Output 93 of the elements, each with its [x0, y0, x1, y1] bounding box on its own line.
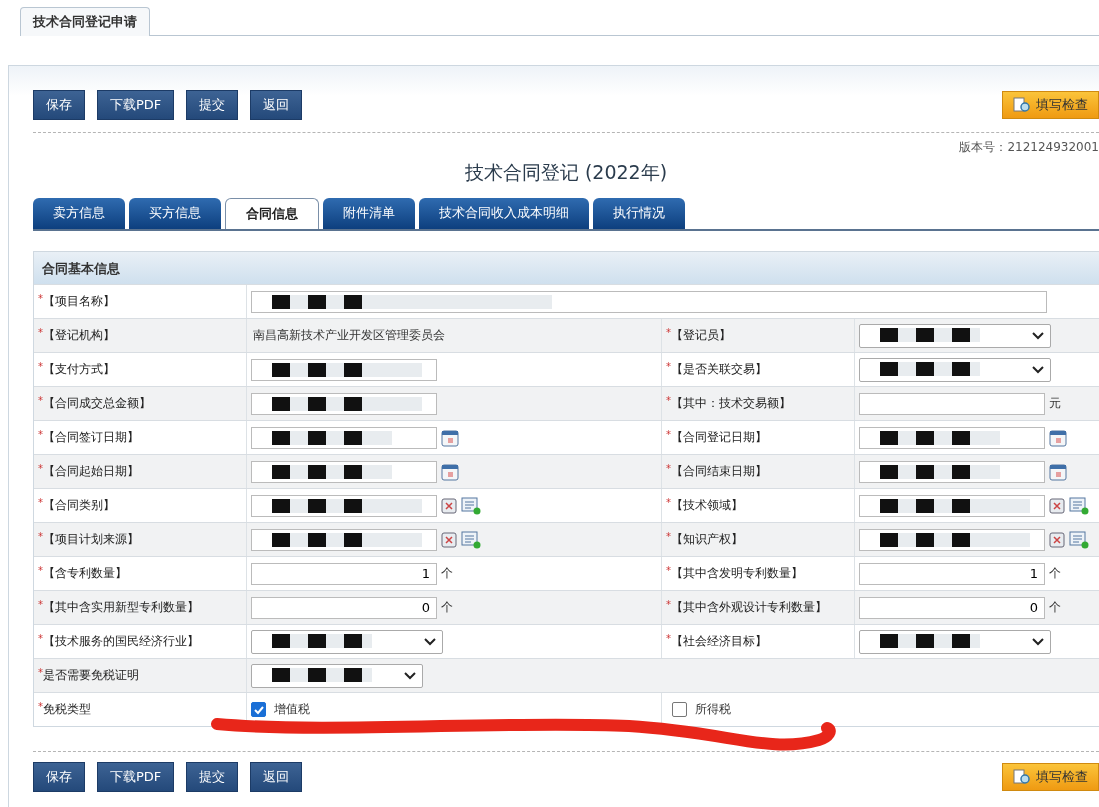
field-label: *【项目计划来源】: [38, 531, 139, 548]
dropdown[interactable]: [251, 663, 423, 688]
input-field[interactable]: [859, 392, 1045, 415]
input-field[interactable]: [251, 528, 437, 551]
checkbox[interactable]: [251, 702, 266, 717]
unit-label: 个: [1049, 599, 1061, 616]
field-label: *【知识产权】: [666, 531, 743, 548]
field-label: *【技术服务的国民经济行业】: [38, 633, 199, 650]
chevron-down-icon: [404, 671, 416, 680]
toolbar-button[interactable]: 下载PDF: [97, 762, 175, 792]
tab[interactable]: 执行情况: [593, 198, 685, 229]
document-search-icon: [1013, 769, 1031, 785]
chevron-down-icon: [1032, 637, 1044, 646]
dropdown[interactable]: [859, 629, 1051, 654]
clear-icon[interactable]: [441, 497, 457, 514]
toolbar-button[interactable]: 返回: [250, 90, 303, 120]
tab[interactable]: 合同信息: [225, 198, 319, 229]
date-field[interactable]: [251, 460, 437, 483]
list-add-icon[interactable]: [1069, 496, 1089, 515]
number-field[interactable]: 1: [251, 562, 437, 585]
field-label: *【合同签订日期】: [38, 429, 139, 446]
toolbar-button[interactable]: 保存: [33, 762, 85, 792]
unit-label: 个: [441, 599, 453, 616]
page-tab[interactable]: 技术合同登记申请: [20, 7, 150, 36]
calendar-icon[interactable]: [1049, 428, 1067, 447]
field-label: *【合同登记日期】: [666, 429, 767, 446]
checkbox-label: 所得税: [695, 701, 731, 718]
toolbar-button[interactable]: 保存: [33, 90, 85, 120]
dropdown[interactable]: [251, 629, 443, 654]
list-add-icon[interactable]: [461, 496, 481, 515]
unit-label: 元: [1049, 395, 1061, 412]
field-label: *【合同成交总金额】: [38, 395, 151, 412]
number-field[interactable]: 0: [859, 596, 1045, 619]
dropdown[interactable]: [859, 323, 1051, 348]
toolbar-button[interactable]: 下载PDF: [97, 90, 175, 120]
date-field[interactable]: [859, 460, 1045, 483]
calendar-icon[interactable]: [441, 428, 459, 447]
checkbox[interactable]: [672, 702, 687, 717]
calendar-icon[interactable]: [1049, 462, 1067, 481]
tab[interactable]: 技术合同收入成本明细: [419, 198, 589, 229]
chevron-down-icon: [1032, 365, 1044, 374]
tab[interactable]: 卖方信息: [33, 198, 125, 229]
calendar-icon[interactable]: [441, 462, 459, 481]
field-label: *【登记员】: [666, 327, 731, 344]
section-header: 合同基本信息: [34, 252, 1099, 284]
clear-icon[interactable]: [441, 531, 457, 548]
check-button[interactable]: 填写检查: [1002, 763, 1099, 791]
input-field[interactable]: [859, 494, 1045, 517]
field-label: *【含专利数量】: [38, 565, 127, 582]
input-field[interactable]: [251, 290, 1047, 313]
checkbox-label: 增值税: [274, 701, 310, 718]
input-field[interactable]: [251, 392, 437, 415]
chevron-down-icon: [1032, 331, 1044, 340]
field-label: *【技术领域】: [666, 497, 743, 514]
input-field[interactable]: [859, 528, 1045, 551]
clear-icon[interactable]: [1049, 531, 1065, 548]
list-add-icon[interactable]: [461, 530, 481, 549]
toolbar-button[interactable]: 提交: [186, 762, 239, 792]
toolbar-button[interactable]: 返回: [250, 762, 303, 792]
field-label: *【项目名称】: [38, 293, 115, 310]
field-label: *【其中含外观设计专利数量】: [666, 599, 827, 616]
field-label: *免税类型: [38, 701, 91, 718]
field-label: *【社会经济目标】: [666, 633, 767, 650]
toolbar-button[interactable]: 提交: [186, 90, 239, 120]
chevron-down-icon: [424, 637, 436, 646]
form-title: 技术合同登记 (2022年): [464, 161, 668, 183]
field-value: 南昌高新技术产业开发区管理委员会: [252, 327, 445, 344]
input-field[interactable]: [251, 494, 437, 517]
number-field[interactable]: 1: [859, 562, 1045, 585]
date-field[interactable]: [251, 426, 437, 449]
field-label: *【支付方式】: [38, 361, 115, 378]
field-label: *【登记机构】: [38, 327, 115, 344]
field-label: *【其中：技术交易额】: [666, 395, 791, 412]
document-search-icon: [1013, 97, 1031, 113]
field-label: *【是否关联交易】: [666, 361, 767, 378]
list-add-icon[interactable]: [1069, 530, 1089, 549]
tab[interactable]: 附件清单: [323, 198, 415, 229]
dropdown[interactable]: [859, 357, 1051, 382]
field-label: *【合同结束日期】: [666, 463, 767, 480]
field-label: *【合同类别】: [38, 497, 115, 514]
version-number: 版本号：212124932001: [959, 140, 1099, 154]
field-label: *是否需要免税证明: [38, 667, 139, 684]
field-label: *【合同起始日期】: [38, 463, 139, 480]
unit-label: 个: [441, 565, 453, 582]
tab[interactable]: 买方信息: [129, 198, 221, 229]
clear-icon[interactable]: [1049, 497, 1065, 514]
date-field[interactable]: [859, 426, 1045, 449]
input-field[interactable]: [251, 358, 437, 381]
field-label: *【其中含实用新型专利数量】: [38, 599, 199, 616]
number-field[interactable]: 0: [251, 596, 437, 619]
check-button[interactable]: 填写检查: [1002, 91, 1099, 119]
field-label: *【其中含发明专利数量】: [666, 565, 803, 582]
unit-label: 个: [1049, 565, 1061, 582]
